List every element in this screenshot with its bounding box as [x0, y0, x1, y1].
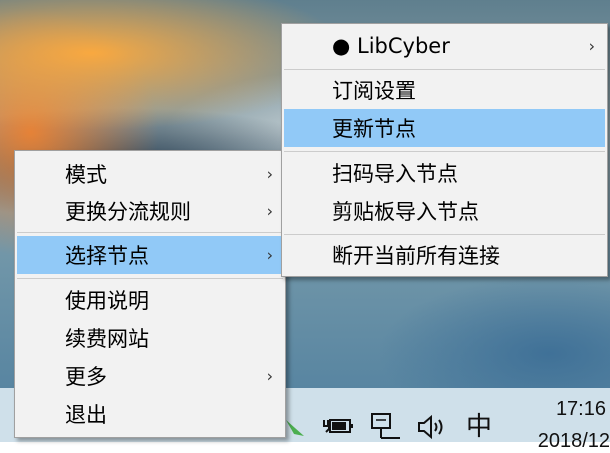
menu-item-help[interactable]: 使用说明	[17, 283, 283, 317]
submenu-item-libcyber[interactable]: ● LibCyber ›	[284, 28, 605, 64]
node-submenu: ● LibCyber › 订阅设置 更新节点 扫码导入节点 剪贴板导入节点 断开…	[281, 23, 608, 277]
clock-time[interactable]: 17:16	[556, 398, 606, 421]
menu-item-renew-site[interactable]: 续费网站	[17, 321, 283, 355]
menu-item-label: 断开当前所有连接	[332, 244, 500, 268]
menu-separator	[284, 151, 605, 152]
menu-item-label: ● LibCyber	[332, 34, 450, 58]
menu-item-label: 退出	[65, 403, 107, 427]
submenu-item-disconnect-all[interactable]: 断开当前所有连接	[284, 238, 605, 272]
menu-separator	[17, 278, 283, 279]
chevron-right-icon: ›	[266, 164, 273, 184]
chevron-right-icon: ›	[266, 366, 273, 386]
menu-item-label: 更换分流规则	[65, 200, 191, 224]
network-icon[interactable]	[370, 412, 404, 440]
submenu-item-subscription-settings[interactable]: 订阅设置	[284, 73, 605, 107]
tray-context-menu: 模式 › 更换分流规则 › 选择节点 › 使用说明 续费网站 更多 › 退出	[14, 150, 286, 438]
menu-item-mode[interactable]: 模式 ›	[17, 157, 283, 191]
power-icon[interactable]	[322, 414, 356, 438]
submenu-item-clipboard-import[interactable]: 剪贴板导入节点	[284, 194, 605, 228]
menu-item-label: 订阅设置	[332, 79, 416, 103]
menu-item-label: 更多	[65, 365, 107, 389]
app-tray-icon[interactable]	[284, 418, 306, 442]
submenu-item-scan-qr-import[interactable]: 扫码导入节点	[284, 156, 605, 190]
ime-indicator[interactable]: 中	[466, 406, 492, 443]
menu-item-label: 模式	[65, 163, 107, 187]
menu-item-select-node[interactable]: 选择节点 ›	[17, 236, 283, 274]
menu-item-label: 扫码导入节点	[332, 162, 458, 186]
volume-icon[interactable]	[416, 414, 446, 440]
chevron-right-icon: ›	[266, 201, 273, 221]
menu-item-exit[interactable]: 退出	[17, 397, 283, 431]
menu-item-label: 使用说明	[65, 289, 149, 313]
menu-separator	[17, 232, 283, 233]
menu-item-label: 剪贴板导入节点	[332, 200, 479, 224]
chevron-right-icon: ›	[266, 245, 273, 265]
menu-item-label: 选择节点	[65, 244, 149, 268]
menu-separator	[284, 234, 605, 235]
menu-item-more[interactable]: 更多 ›	[17, 359, 283, 393]
menu-item-label: 更新节点	[332, 117, 416, 141]
menu-item-routing-rules[interactable]: 更换分流规则 ›	[17, 194, 283, 228]
chevron-right-icon: ›	[588, 36, 595, 56]
menu-item-label: 续费网站	[65, 327, 149, 351]
submenu-item-update-nodes[interactable]: 更新节点	[284, 109, 605, 147]
menu-separator	[284, 69, 605, 70]
